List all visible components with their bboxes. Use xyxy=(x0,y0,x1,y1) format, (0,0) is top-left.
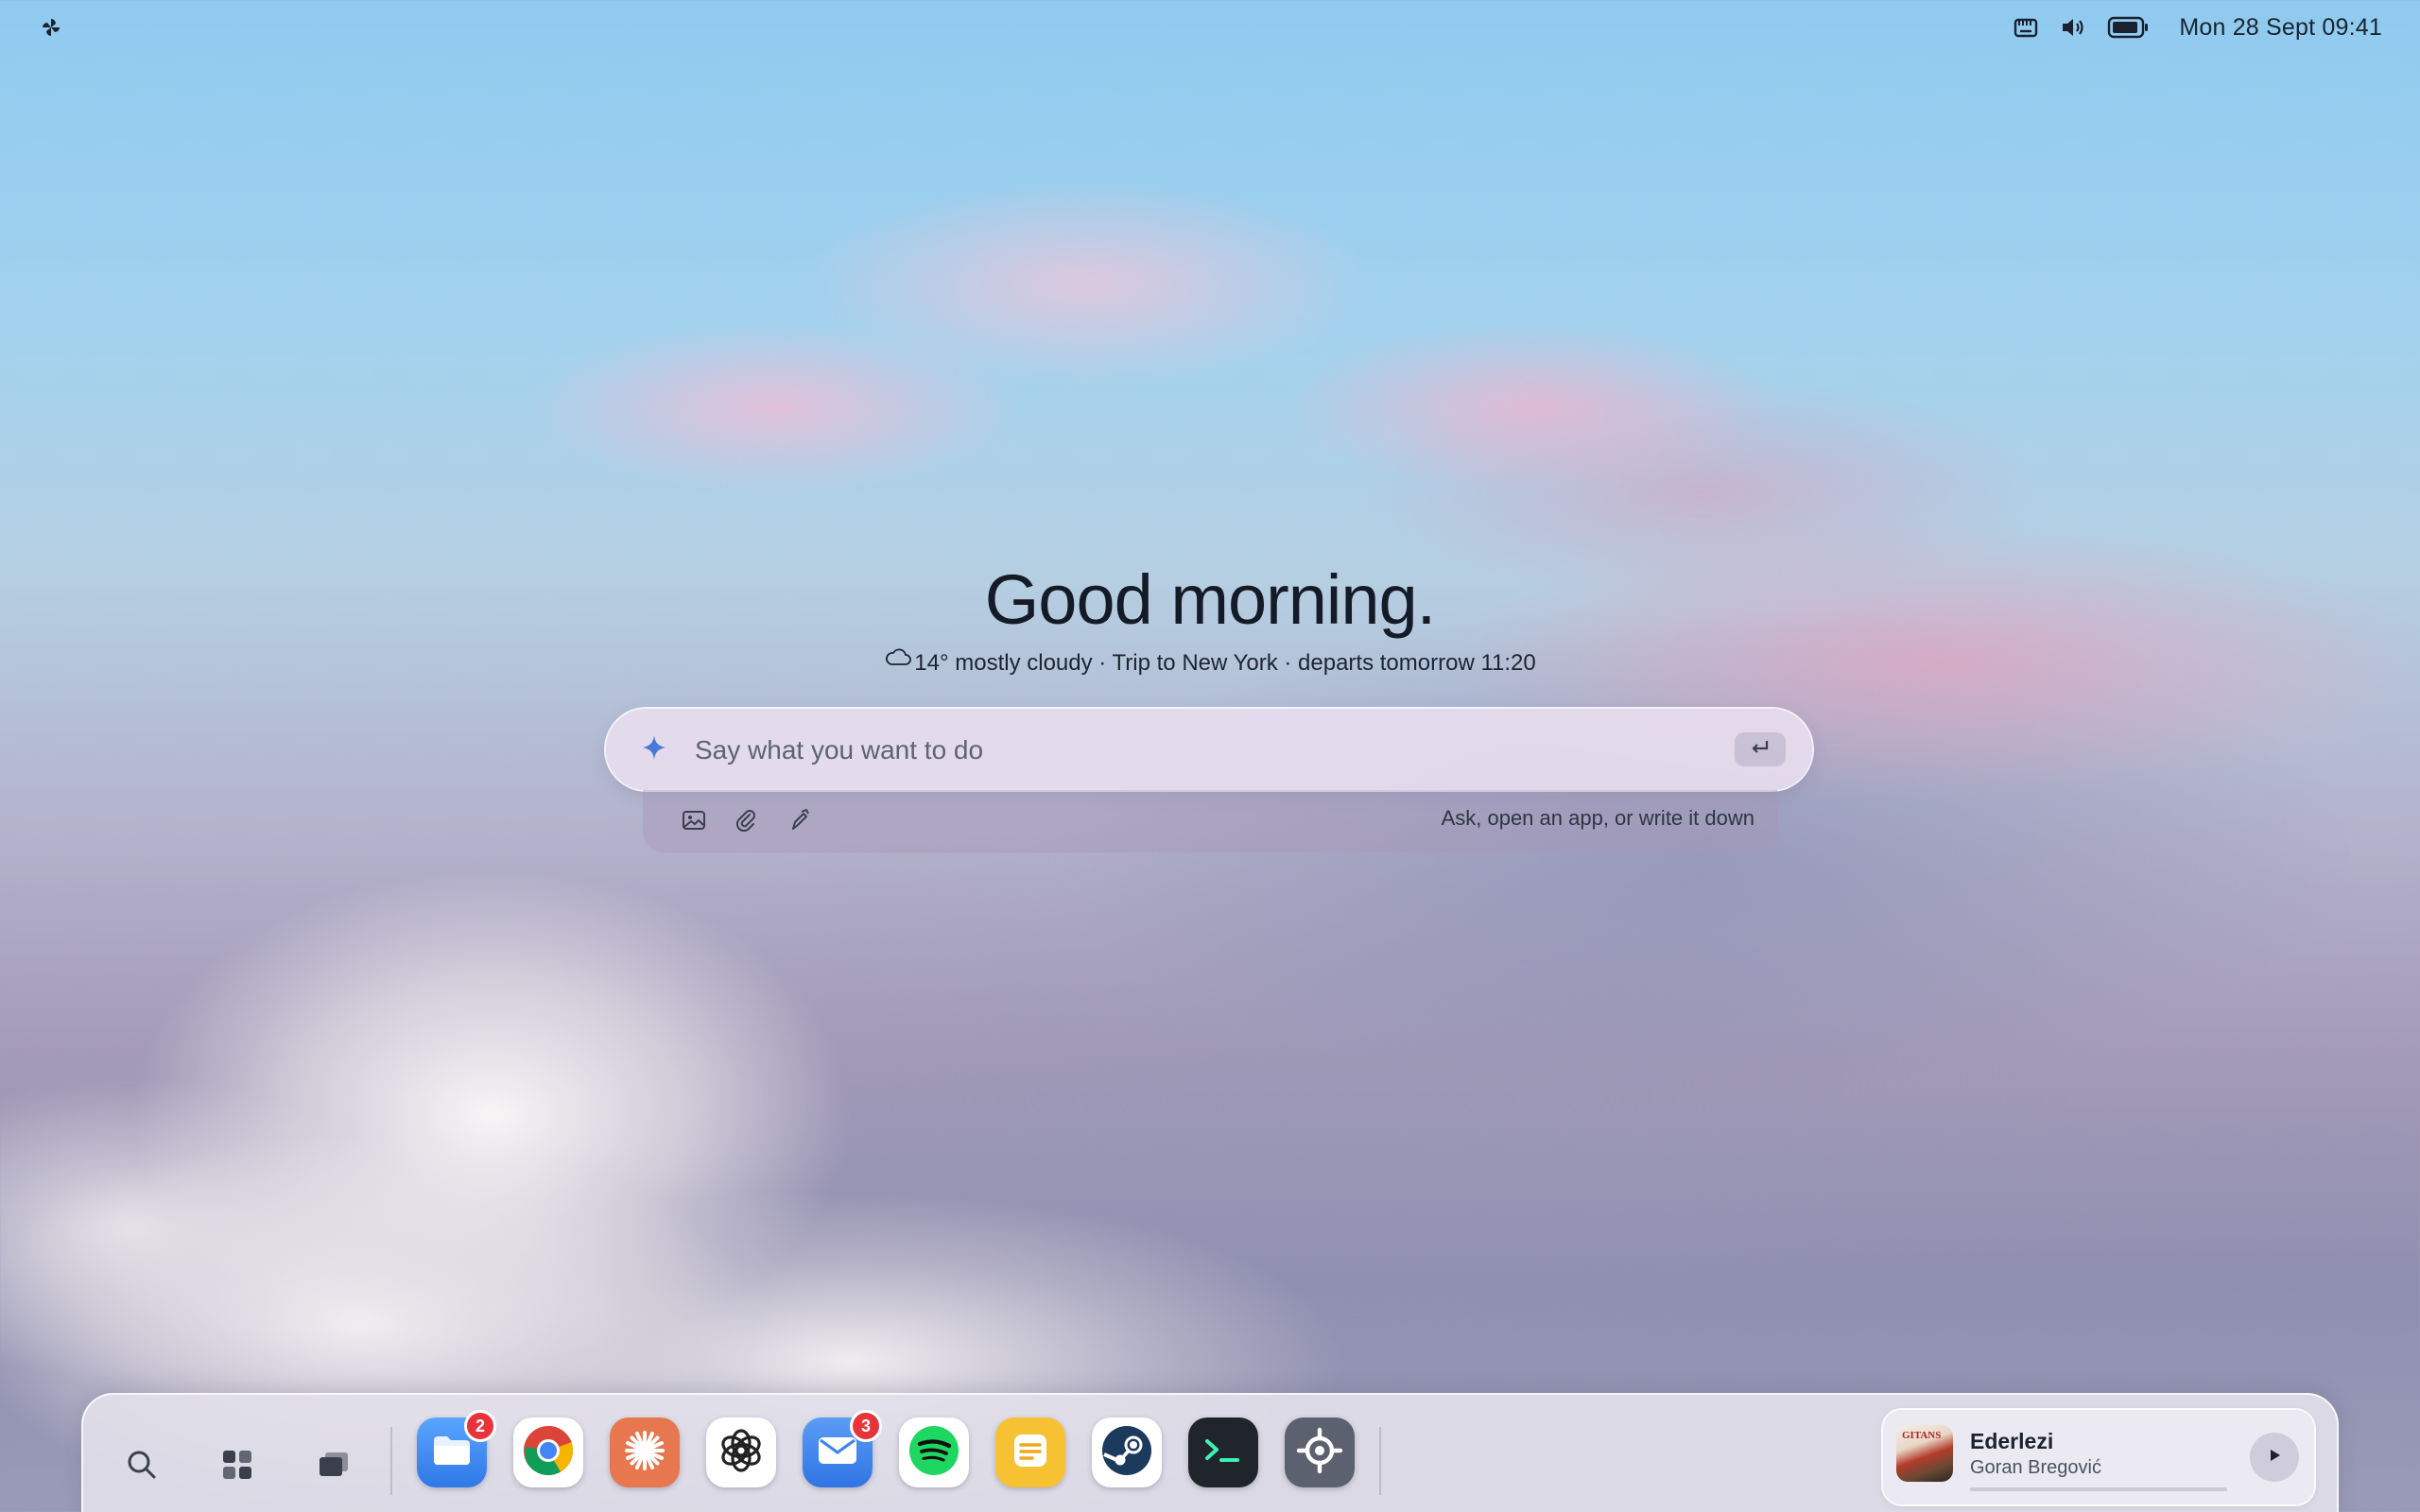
sparkle-icon xyxy=(640,733,668,766)
dock-separator xyxy=(1379,1427,1381,1495)
volume-icon[interactable] xyxy=(2060,15,2086,40)
mail-badge: 3 xyxy=(850,1410,882,1442)
command-input[interactable] xyxy=(693,728,1642,773)
mail-app[interactable]: 3 xyxy=(803,1410,882,1487)
image-icon[interactable] xyxy=(679,805,709,835)
dock-separator xyxy=(390,1427,392,1495)
files-app[interactable]: 2 xyxy=(417,1410,496,1487)
now-playing-widget[interactable]: GITANS Ederlezi Goran Bregović xyxy=(1883,1410,2314,1504)
settings-icon xyxy=(1296,1427,1343,1479)
command-hint: Ask, open an app, or write it down xyxy=(1441,806,1754,830)
app-grid-icon[interactable] xyxy=(216,1444,258,1486)
submit-button[interactable] xyxy=(1735,732,1786,766)
notes-icon xyxy=(1009,1429,1052,1477)
steam-app[interactable] xyxy=(1092,1418,1162,1487)
search-icon[interactable] xyxy=(121,1444,163,1486)
album-cover-caption: GITANS xyxy=(1902,1430,1942,1441)
chatgpt-app[interactable] xyxy=(706,1418,776,1487)
top-bar: Mon 28 Sept 09:41 xyxy=(0,0,2420,55)
track-title: Ederlezi xyxy=(1970,1429,2054,1453)
status-line: 14° mostly cloudy · Trip to New York · d… xyxy=(0,648,2420,677)
chrome-app[interactable] xyxy=(513,1418,583,1487)
album-cover: GITANS xyxy=(1896,1425,1953,1482)
play-button[interactable] xyxy=(2250,1433,2299,1482)
spotify-icon xyxy=(908,1424,960,1482)
command-bar[interactable] xyxy=(606,709,1812,790)
folder-icon xyxy=(431,1433,473,1473)
play-icon xyxy=(2266,1447,2283,1469)
track-artist: Goran Bregović xyxy=(1970,1457,2101,1478)
windows-icon[interactable] xyxy=(313,1444,354,1486)
terminal-icon xyxy=(1200,1432,1247,1474)
track-progress[interactable] xyxy=(1970,1487,2227,1491)
files-badge: 2 xyxy=(464,1410,496,1442)
claude-app[interactable] xyxy=(610,1418,680,1487)
paperclip-icon[interactable] xyxy=(731,805,761,835)
openai-icon xyxy=(717,1426,766,1480)
mail-icon xyxy=(816,1434,859,1472)
clock[interactable]: Mon 28 Sept 09:41 xyxy=(2179,14,2382,42)
greeting-title: Good morning. xyxy=(984,560,1437,639)
system-tray: Mon 28 Sept 09:41 xyxy=(2013,11,2382,43)
pinwheel-icon[interactable] xyxy=(40,16,62,39)
pen-icon[interactable] xyxy=(785,805,815,835)
status-text: 14° mostly cloudy · Trip to New York · d… xyxy=(914,650,1536,676)
enter-icon xyxy=(1749,738,1772,762)
spotify-app[interactable] xyxy=(899,1418,969,1487)
storage-icon[interactable] xyxy=(2013,15,2039,40)
battery-icon[interactable] xyxy=(2107,15,2149,40)
claude-icon xyxy=(621,1427,668,1479)
terminal-app[interactable] xyxy=(1188,1418,1258,1487)
steam-icon xyxy=(1100,1424,1153,1482)
chrome-icon xyxy=(522,1424,575,1482)
dock: 2 3 GITANS Ederlezi Goran Bregović xyxy=(81,1393,2339,1512)
command-tools: Ask, open an app, or write it down xyxy=(643,790,1777,852)
notes-app[interactable] xyxy=(995,1418,1065,1487)
cloud-icon xyxy=(884,646,912,674)
settings-app[interactable] xyxy=(1285,1418,1355,1487)
